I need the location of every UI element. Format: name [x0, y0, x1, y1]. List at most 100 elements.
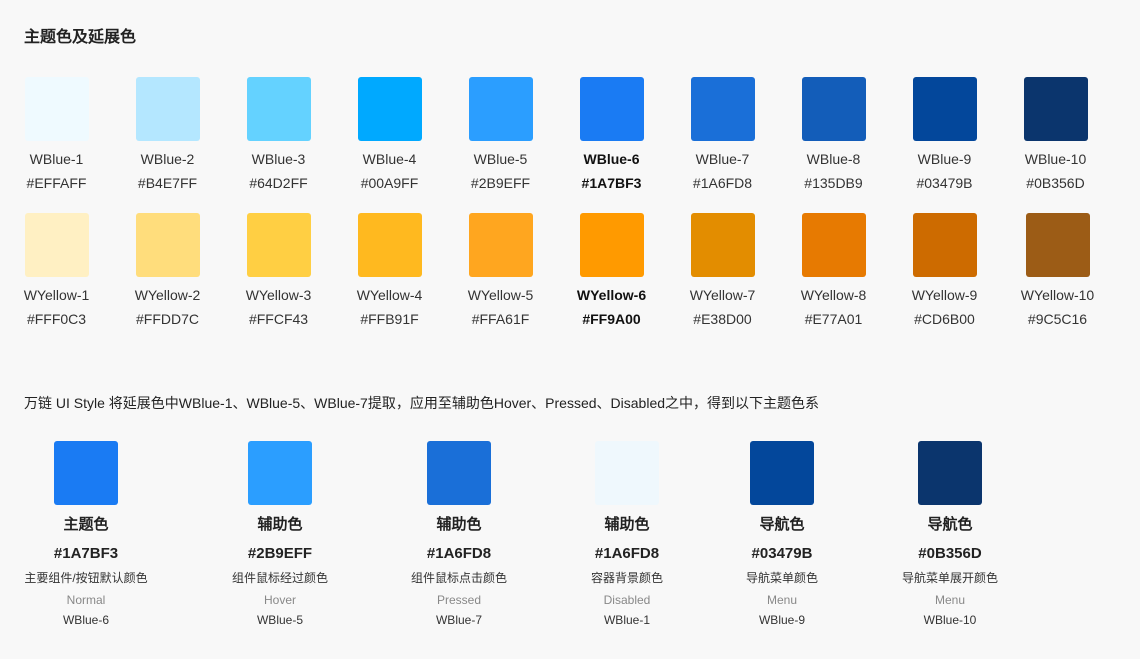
- swatch-hex: #EFFAFF: [26, 175, 87, 191]
- theme-state: Pressed: [436, 593, 482, 607]
- swatch-name: WBlue-4: [362, 151, 417, 167]
- swatch-hex: #B4E7FF: [137, 175, 198, 191]
- color-swatch: [427, 441, 491, 505]
- theme-item-hover: 辅助色 #2B9EFF 组件鼠标经过颜色 Hover WBlue-5: [200, 441, 360, 628]
- color-swatch: [54, 441, 118, 505]
- swatch-hex: #1A6FD8: [692, 175, 753, 191]
- theme-ref: WBlue-6: [62, 613, 109, 627]
- theme-state: Disabled: [603, 593, 651, 607]
- swatch-hex: #64D2FF: [249, 175, 308, 191]
- swatch-hex: #FFCF43: [248, 311, 309, 327]
- swatch-hex: #FFDD7C: [135, 311, 199, 327]
- swatch-name: WYellow-2: [134, 287, 201, 303]
- theme-state: Menu: [934, 593, 966, 607]
- theme-ref: WBlue-10: [923, 613, 977, 627]
- theme-usage: 组件鼠标点击颜色: [410, 571, 507, 585]
- swatch-hex: #2B9EFF: [470, 175, 531, 191]
- palette-item: WYellow-5 #FFA61F: [445, 213, 556, 328]
- swatch-hex: #E38D00: [693, 311, 752, 327]
- color-swatch: [912, 213, 977, 277]
- theme-hex: #0B356D: [918, 545, 982, 562]
- theme-ref: WBlue-1: [603, 613, 650, 627]
- swatch-hex: #CD6B00: [914, 311, 975, 327]
- color-swatch: [801, 213, 866, 277]
- theme-usage: 主要组件/按钮默认颜色: [24, 571, 148, 585]
- color-swatch: [595, 441, 659, 505]
- swatch-name: WYellow-1: [23, 287, 90, 303]
- swatch-name: WYellow-5: [467, 287, 534, 303]
- swatch-hex: #9C5C16: [1027, 311, 1088, 327]
- swatch-name: WBlue-6: [583, 151, 640, 167]
- theme-hex: #1A7BF3: [53, 545, 119, 562]
- theme-item-menu: 导航色 #03479B 导航菜单颜色 Menu WBlue-9: [702, 441, 862, 628]
- palette-item: WYellow-8 #E77A01: [778, 213, 889, 328]
- theme-item-pressed: 辅助色 #1A6FD8 组件鼠标点击颜色 Pressed WBlue-7: [379, 441, 539, 628]
- swatch-hex: #FFB91F: [360, 311, 419, 327]
- color-swatch: [918, 441, 982, 505]
- color-swatch: [690, 213, 755, 277]
- theme-usage: 组件鼠标经过颜色: [231, 571, 328, 585]
- palette-item: WYellow-10 #9C5C16: [1002, 213, 1113, 328]
- color-swatch: [468, 213, 533, 277]
- theme-ref: WBlue-9: [758, 613, 805, 627]
- swatch-hex: #03479B: [916, 175, 973, 191]
- theme-usage: 容器背景颜色: [590, 571, 663, 585]
- swatch-hex: #00A9FF: [360, 175, 419, 191]
- swatch-name: WYellow-6: [576, 287, 647, 303]
- theme-usage: 导航菜单颜色: [745, 571, 818, 585]
- swatch-hex: #FF9A00: [582, 311, 641, 327]
- theme-item-primary: 主题色 #1A7BF3 主要组件/按钮默认颜色 Normal WBlue-6: [6, 441, 166, 628]
- color-swatch: [1025, 213, 1090, 277]
- theme-state: Menu: [766, 593, 798, 607]
- swatch-name: WYellow-7: [689, 287, 756, 303]
- swatch-name: WYellow-4: [356, 287, 423, 303]
- swatch-name: WYellow-3: [245, 287, 312, 303]
- theme-role: 导航色: [759, 516, 805, 533]
- color-swatch: [248, 441, 312, 505]
- color-swatch: [579, 213, 644, 277]
- swatch-name: WYellow-9: [911, 287, 978, 303]
- theme-usage: 导航菜单展开颜色: [901, 571, 998, 585]
- palette-item: WYellow-4 #FFB91F: [334, 213, 445, 328]
- theme-ref: WBlue-7: [435, 613, 482, 627]
- swatch-hex: #FFA61F: [471, 311, 530, 327]
- palette-item: WYellow-1 #FFF0C3: [1, 213, 112, 328]
- swatch-name: WBlue-9: [917, 151, 972, 167]
- theme-role: 主题色: [63, 516, 109, 533]
- color-swatch: [135, 213, 200, 277]
- swatch-name: WBlue-5: [473, 151, 528, 167]
- theme-role: 辅助色: [257, 516, 303, 533]
- theme-role: 辅助色: [604, 516, 650, 533]
- swatch-name: WYellow-8: [800, 287, 867, 303]
- theme-hex: #1A6FD8: [426, 545, 492, 562]
- swatch-name: WBlue-8: [806, 151, 861, 167]
- palette-item: WYellow-3 #FFCF43: [223, 213, 334, 328]
- theme-hex: #2B9EFF: [247, 545, 313, 562]
- swatch-name: WBlue-3: [251, 151, 306, 167]
- theme-state: Hover: [263, 593, 296, 607]
- theme-hex: #03479B: [751, 545, 813, 562]
- swatch-name: WBlue-7: [695, 151, 750, 167]
- palette-item: WYellow-9 #CD6B00: [889, 213, 1000, 328]
- theme-description: 万链 UI Style 将延展色中WBlue-1、WBlue-5、WBlue-7…: [24, 395, 820, 411]
- theme-role: 导航色: [927, 516, 973, 533]
- theme-hex: #1A6FD8: [594, 545, 660, 562]
- swatch-name: WBlue-10: [1024, 151, 1087, 167]
- palette-item-primary: WYellow-6 #FF9A00: [556, 213, 667, 328]
- color-swatch: [24, 213, 89, 277]
- swatch-name: WYellow-10: [1020, 287, 1095, 303]
- swatch-hex: #1A7BF3: [581, 175, 642, 191]
- theme-role: 辅助色: [436, 516, 482, 533]
- color-swatch: [750, 441, 814, 505]
- color-swatch: [357, 213, 422, 277]
- swatch-name: WBlue-2: [140, 151, 195, 167]
- theme-ref: WBlue-5: [256, 613, 303, 627]
- swatch-hex: #FFF0C3: [26, 311, 87, 327]
- theme-item-menu-expanded: 导航色 #0B356D 导航菜单展开颜色 Menu WBlue-10: [870, 441, 1030, 628]
- theme-item-disabled: 辅助色 #1A6FD8 容器背景颜色 Disabled WBlue-1: [547, 441, 707, 628]
- swatch-hex: #0B356D: [1026, 175, 1085, 191]
- theme-state: Normal: [66, 593, 106, 607]
- swatch-hex: #135DB9: [804, 175, 863, 191]
- yellow-palette-row: WYellow-1 #FFF0C3 WYellow-2 #FFDD7C WYel…: [0, 0, 1140, 327]
- palette-item: WYellow-2 #FFDD7C: [112, 213, 223, 328]
